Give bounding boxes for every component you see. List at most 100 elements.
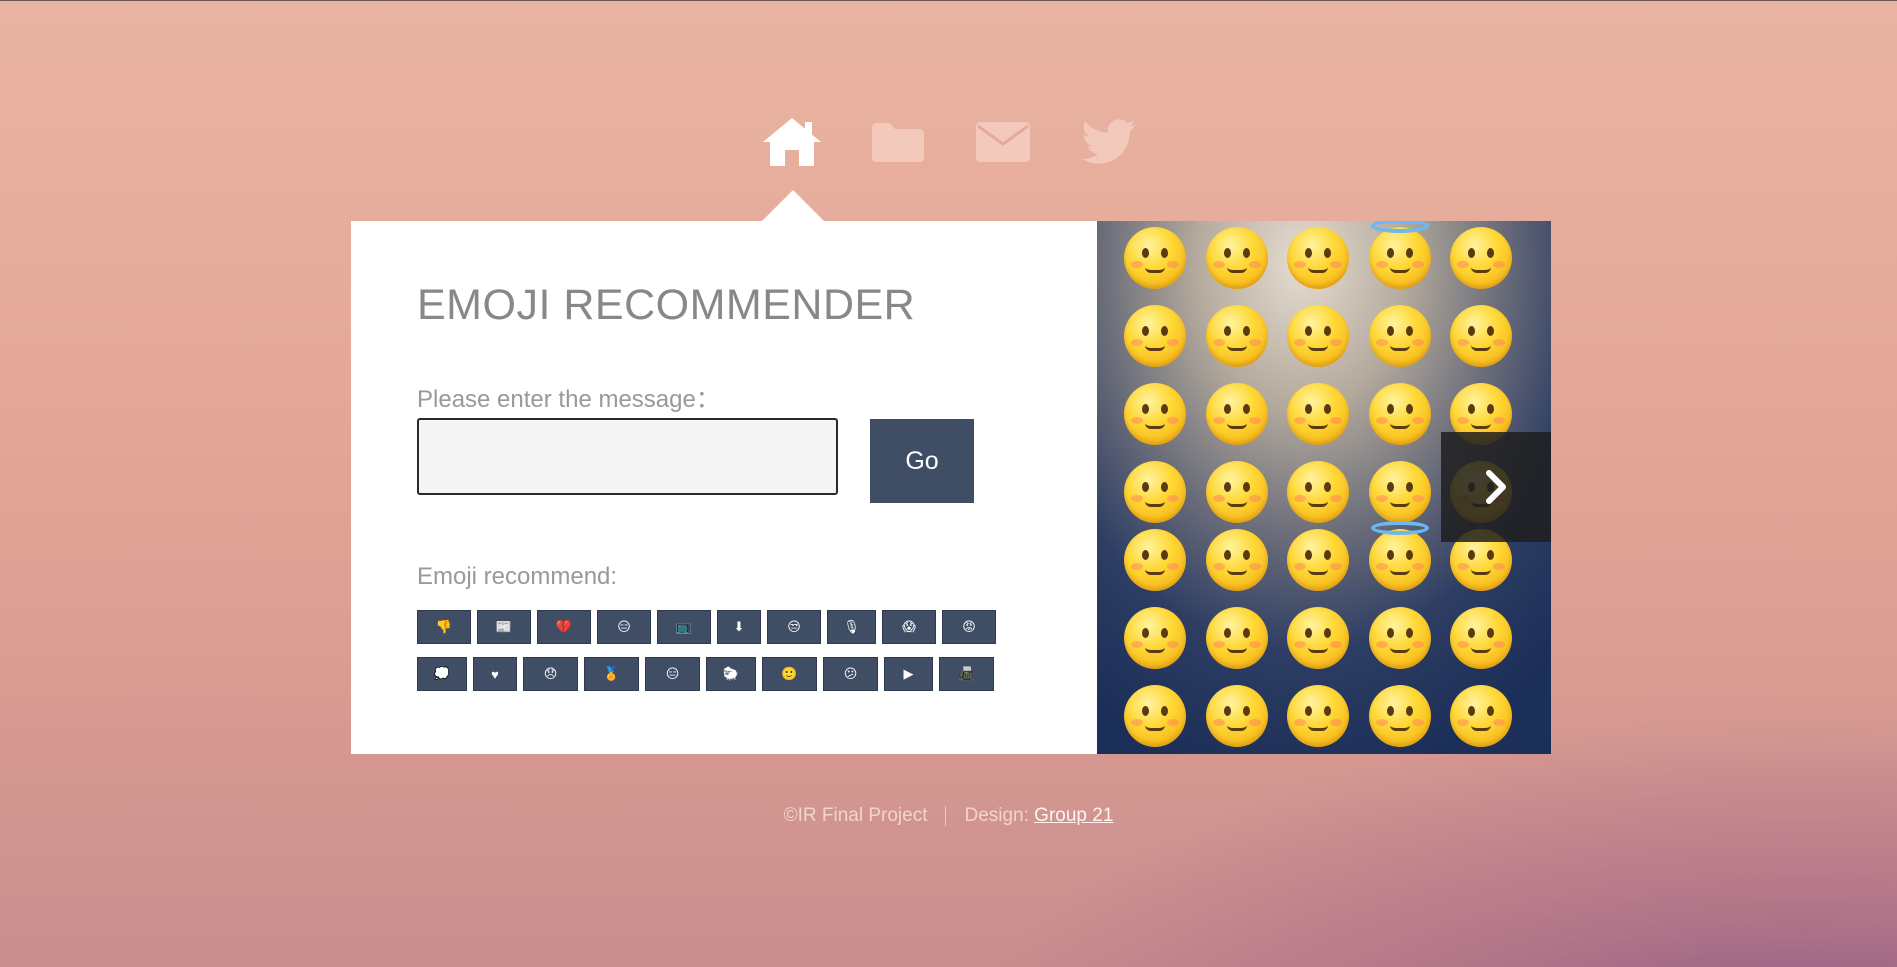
face-blush [1167,261,1179,268]
emoji-recommend-button[interactable]: 🎙 [827,610,876,644]
emoji-face [1287,305,1349,367]
emoji-recommend-button[interactable]: 🐑 [706,657,756,691]
face-blush [1376,641,1388,648]
emoji-recommend-button[interactable]: 😕 [823,657,878,691]
face-mouth [1145,423,1165,429]
recommend-label: Emoji recommend: [417,563,618,590]
emoji-face [1124,529,1186,591]
emoji-face [1450,227,1512,289]
emoji-face [1206,461,1268,523]
design-link[interactable]: Group 21 [1034,805,1113,826]
face-blush [1330,417,1342,424]
face-blush [1457,417,1469,424]
emoji-recommend-button[interactable]: ▶ [884,657,933,691]
face-blush [1493,417,1505,424]
face-eye [1224,404,1231,414]
face-blush [1457,261,1469,268]
nav-home[interactable] [759,112,825,172]
face-eye [1161,628,1168,638]
face-eye [1468,248,1475,258]
emoji-recommend-button[interactable]: 😞 [523,657,578,691]
face-blush [1167,719,1179,726]
face-mouth [1308,345,1328,351]
emoji-recommend-button[interactable]: ⬇ [717,610,761,644]
face-mouth [1308,267,1328,273]
emoji-recommend-button[interactable]: 😡 [942,610,996,644]
face-eye [1468,404,1475,414]
face-eye [1243,628,1250,638]
emoji-face [1124,305,1186,367]
emoji-glyph: 😡 [962,619,976,634]
emoji-recommend-button[interactable]: 💔 [537,610,591,644]
top-nav [0,112,1897,172]
emoji-face [1206,383,1268,445]
emoji-face [1369,607,1431,669]
face-eye [1406,550,1413,560]
face-mouth [1390,345,1410,351]
face-eye [1406,482,1413,492]
face-blush [1330,495,1342,502]
copyright-text: ©IR Final Project [783,805,928,826]
face-eye [1161,482,1168,492]
nav-folder[interactable] [865,112,931,172]
emoji-recommend-button[interactable]: 🏅 [584,657,639,691]
active-nav-pointer [762,190,824,221]
emoji-recommend-button[interactable]: 📠 [939,657,994,691]
face-mouth [1308,501,1328,507]
face-blush [1412,719,1424,726]
face-blush [1412,563,1424,570]
emoji-glyph: 💔 [555,619,573,634]
emoji-recommend-button[interactable]: 💭 [417,657,467,691]
face-blush [1376,261,1388,268]
emoji-face [1369,227,1431,289]
emoji-face [1124,227,1186,289]
face-blush [1213,339,1225,346]
face-eye [1224,628,1231,638]
face-blush [1249,563,1261,570]
emoji-face [1206,685,1268,747]
face-mouth [1471,725,1491,731]
face-eye [1142,404,1149,414]
face-mouth [1390,569,1410,575]
emoji-recommend-button[interactable]: 😑 [597,610,651,644]
nav-mail[interactable] [970,112,1036,172]
emoji-glyph: 📠 [958,666,975,681]
emoji-face [1369,529,1431,591]
face-mouth [1145,647,1165,653]
emoji-recommend-button[interactable]: 😱 [882,610,936,644]
emoji-recommend-button[interactable]: 😑 [645,657,700,691]
emoji-recommend-button[interactable]: 📰 [477,610,531,644]
emoji-face [1206,305,1268,367]
face-eye [1406,326,1413,336]
emoji-recommend-button[interactable]: 😒 [767,610,821,644]
face-eye [1387,628,1394,638]
emoji-glyph: 😞 [543,666,558,681]
emoji-glyph: 👎 [435,619,453,634]
face-blush [1249,339,1261,346]
face-eye [1387,248,1394,258]
recommend-row-2: 💭 ♥ 😞 🏅 😑 🐑 🙂 😕 ▶ 📠 [417,657,1000,691]
face-blush [1213,719,1225,726]
face-eye [1468,706,1475,716]
face-eye [1468,628,1475,638]
carousel-next-button[interactable] [1441,432,1551,542]
emoji-glyph: 🐑 [722,666,740,681]
face-blush [1213,417,1225,424]
nav-twitter[interactable] [1076,112,1142,172]
emoji-recommend-button[interactable]: ♥ [473,657,517,691]
emoji-recommend-button[interactable]: 📺 [657,610,711,644]
face-eye [1305,482,1312,492]
face-blush [1376,719,1388,726]
face-blush [1131,563,1143,570]
go-button[interactable]: Go [870,419,974,503]
face-mouth [1308,725,1328,731]
emoji-recommend-button[interactable]: 🙂 [762,657,817,691]
emoji-face [1287,383,1349,445]
emoji-recommend-button[interactable]: 👎 [417,610,471,644]
face-mouth [1227,647,1247,653]
face-eye [1161,706,1168,716]
face-eye [1387,482,1394,492]
face-eye [1406,248,1413,258]
face-blush [1249,641,1261,648]
message-input[interactable] [417,418,838,495]
